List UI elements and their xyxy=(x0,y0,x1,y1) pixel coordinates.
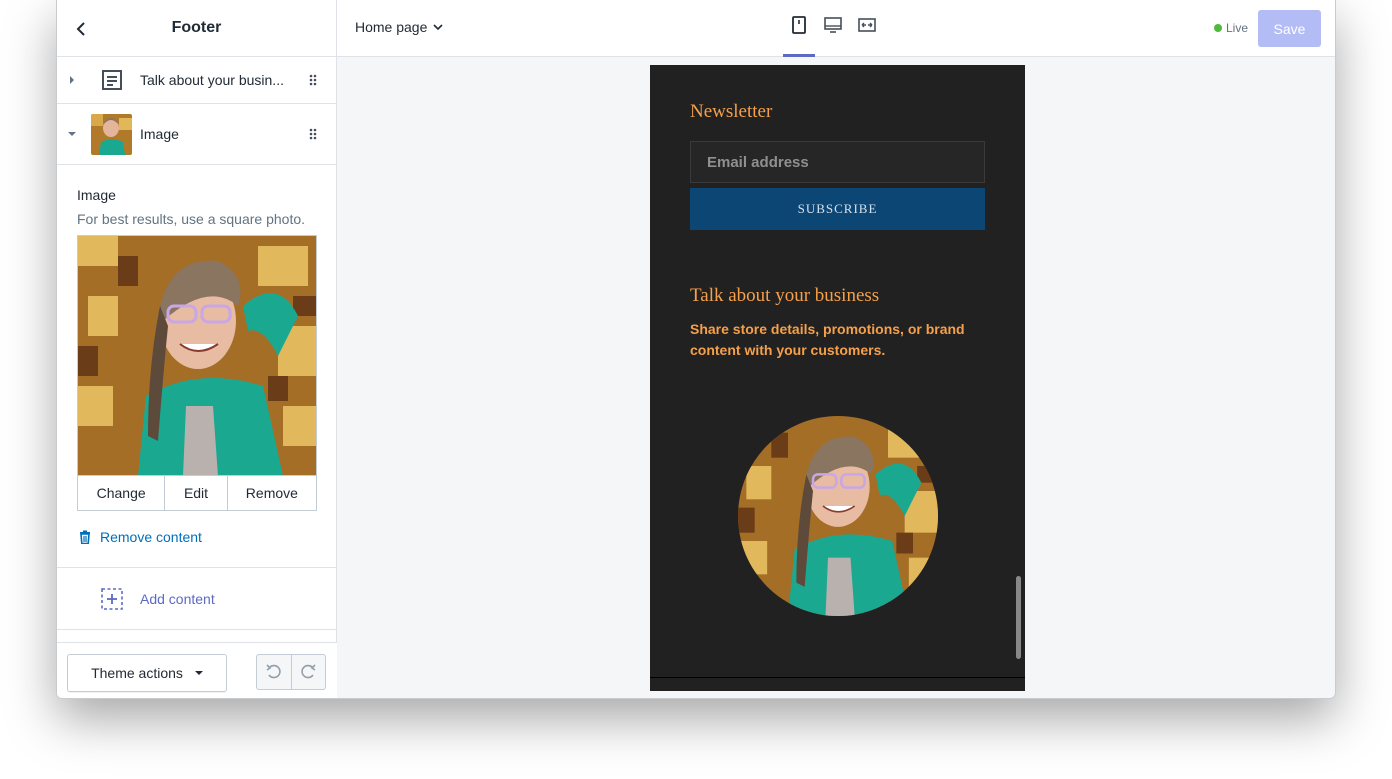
save-button[interactable]: Save xyxy=(1258,10,1321,47)
chevron-down-icon xyxy=(433,23,443,30)
drag-handle-icon[interactable] xyxy=(308,127,318,141)
storefront-preview: Newsletter Email address SUBSCRIBE Talk … xyxy=(650,65,1025,691)
fullscreen-view-button[interactable] xyxy=(855,14,879,44)
theme-actions-button[interactable]: Theme actions xyxy=(67,654,227,692)
add-content-label: Add content xyxy=(140,590,215,607)
page-select-label: Home page xyxy=(355,19,428,35)
theme-editor-window: Footer Talk about your busin... Image Im… xyxy=(56,0,1336,699)
caret-down-icon xyxy=(194,671,203,675)
mobile-view-button[interactable] xyxy=(783,14,815,57)
device-switcher xyxy=(783,14,879,57)
sidebar: Footer Talk about your busin... Image Im… xyxy=(57,0,337,698)
mobile-icon xyxy=(792,16,806,34)
add-block-icon xyxy=(101,588,123,610)
block-label: Image xyxy=(140,126,179,142)
chevron-left-icon xyxy=(76,22,85,36)
live-dot xyxy=(1214,24,1222,32)
change-image-button[interactable]: Change xyxy=(78,476,166,510)
image-preview xyxy=(77,235,317,475)
block-row-image[interactable]: Image xyxy=(57,104,336,165)
trash-icon xyxy=(80,530,90,544)
preview-scrollbar[interactable] xyxy=(1016,576,1021,659)
remove-content-link[interactable]: Remove content xyxy=(57,529,336,568)
email-input[interactable]: Email address xyxy=(690,141,985,183)
sidebar-header: Footer xyxy=(57,0,336,57)
caret-right-icon[interactable] xyxy=(67,75,77,85)
add-content-row[interactable]: Add content xyxy=(57,568,336,630)
newsletter-heading: Newsletter xyxy=(690,101,773,122)
footer-image xyxy=(738,416,938,616)
history-controls xyxy=(256,654,326,690)
drag-handle-icon[interactable] xyxy=(308,73,318,87)
desktop-icon xyxy=(824,17,842,33)
sidebar-title: Footer xyxy=(171,19,222,36)
undo-icon xyxy=(266,664,281,679)
desktop-view-button[interactable] xyxy=(821,14,845,44)
block-row-text[interactable]: Talk about your busin... xyxy=(57,57,336,104)
business-text: Share store details, promotions, or bran… xyxy=(690,321,965,358)
page-select[interactable]: Home page xyxy=(355,19,443,35)
divider xyxy=(650,677,1025,678)
live-status: Live xyxy=(1214,21,1248,35)
redo-icon xyxy=(301,664,316,679)
setting-label: Image xyxy=(77,187,116,203)
topbar: Home page Live Save xyxy=(337,0,1335,57)
setting-help-text: For best results, use a square photo. xyxy=(77,211,306,227)
undo-button[interactable] xyxy=(257,655,292,689)
block-label: Talk about your busin... xyxy=(140,72,284,88)
redo-button[interactable] xyxy=(292,655,326,689)
sidebar-footer: Theme actions xyxy=(57,642,337,698)
fullscreen-icon xyxy=(858,18,876,32)
edit-image-button[interactable]: Edit xyxy=(165,476,228,510)
caret-down-icon[interactable] xyxy=(67,129,77,139)
remove-image-button[interactable]: Remove xyxy=(228,476,316,510)
theme-actions-label: Theme actions xyxy=(91,665,183,681)
subscribe-button[interactable]: SUBSCRIBE xyxy=(690,188,985,230)
live-label: Live xyxy=(1226,21,1249,35)
text-block-icon xyxy=(101,69,123,91)
back-button[interactable] xyxy=(69,17,93,41)
image-actions: Change Edit Remove xyxy=(77,475,317,511)
remove-content-label: Remove content xyxy=(100,529,202,545)
image-thumbnail xyxy=(91,114,132,155)
image-setting: Image For best results, use a square pho… xyxy=(57,165,336,568)
business-heading: Talk about your business xyxy=(690,285,880,306)
